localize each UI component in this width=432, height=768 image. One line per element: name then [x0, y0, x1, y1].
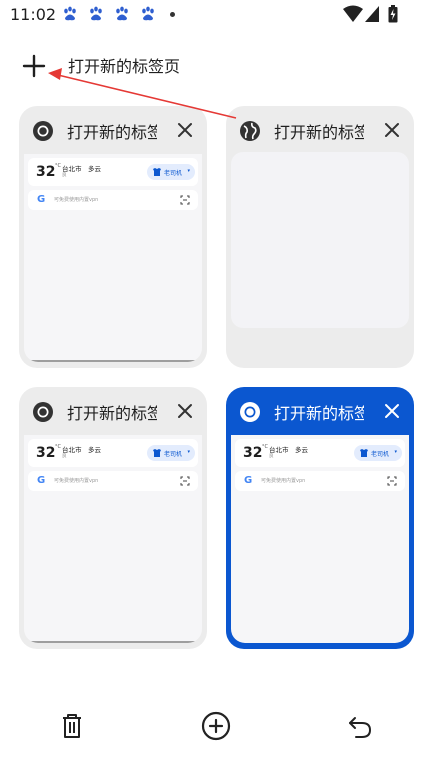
signal-icon	[365, 6, 379, 22]
aqi: 良	[62, 173, 67, 178]
temperature-unit: °C	[55, 163, 61, 169]
user-pill: 老司机 ▾	[354, 445, 402, 461]
delete-icon[interactable]	[56, 710, 88, 742]
tab-title: 打开新的标签页	[274, 123, 364, 141]
aqi: 良	[269, 454, 274, 459]
aqi: 良	[62, 454, 67, 459]
user-name: 老司机	[371, 451, 390, 458]
battery-icon	[388, 5, 398, 23]
temperature: 32	[36, 445, 56, 461]
tab-card-3[interactable]: 打开新的标签页 32 °C 台北市 多云 良 老司机 ▾ G 可免费使用内置vp…	[19, 387, 207, 649]
condition: 多云	[88, 165, 101, 173]
search-placeholder: 可免费使用内置vpn	[261, 478, 306, 484]
tab-card-header: 打开新的标签页	[19, 106, 207, 154]
wifi-icon	[343, 5, 363, 22]
new-tab-label[interactable]: 打开新的标签页	[68, 53, 180, 77]
temperature: 32	[243, 445, 263, 461]
undo-icon[interactable]	[344, 710, 376, 742]
user-pill: 老司机 ▾	[147, 445, 195, 461]
temperature-unit: °C	[55, 444, 61, 450]
caret-down-icon: ▾	[394, 449, 397, 455]
user-name: 老司机	[164, 451, 183, 458]
google-icon: G	[37, 194, 46, 205]
user-name: 老司机	[164, 170, 183, 177]
status-bar: 11:02	[0, 0, 432, 30]
caret-down-icon: ▾	[187, 168, 190, 174]
user-icon	[153, 449, 161, 457]
weather-widget: 32 °C 台北市 多云 良 老司机 ▾	[28, 158, 198, 186]
tab-card-header: 打开新的标签页	[19, 387, 207, 435]
temperature-unit: °C	[262, 444, 268, 450]
baidu-paw-icon	[142, 6, 154, 21]
tab-card-1[interactable]: 打开新的标签页 32 °C 台北市 多云 良 老司机 ▾ G 可免费使用内置vp…	[19, 106, 207, 368]
plus-icon[interactable]	[18, 50, 50, 82]
tab-preview: 32 °C 台北市 多云 良 老司机 ▾ G 可免费使用内置vpn	[231, 435, 409, 643]
chrome-icon	[240, 402, 260, 422]
tab-title: 打开新的标签页	[67, 123, 157, 141]
dot-icon	[170, 12, 175, 17]
close-icon[interactable]	[175, 120, 195, 140]
scan-icon	[180, 476, 190, 486]
tab-preview: 32 °C 台北市 多云 良 老司机 ▾ G 可免费使用内置vpn	[24, 435, 202, 643]
google-icon: G	[244, 475, 253, 486]
scan-icon	[387, 476, 397, 486]
close-icon[interactable]	[382, 401, 402, 421]
add-circle-icon[interactable]	[200, 710, 232, 742]
tab-preview: 32 °C 台北市 多云 良 老司机 ▾ G 可免费使用内置vpn	[24, 154, 202, 362]
close-icon[interactable]	[382, 120, 402, 140]
google-icon: G	[37, 475, 46, 486]
user-pill: 老司机 ▾	[147, 164, 195, 180]
weather-widget: 32 °C 台北市 多云 良 老司机 ▾	[28, 439, 198, 467]
search-placeholder: 可免费使用内置vpn	[54, 478, 99, 484]
tab-card-2[interactable]: 打开新的标签页	[226, 106, 414, 368]
condition: 多云	[88, 446, 101, 454]
new-tab-row[interactable]: 打开新的标签页	[0, 44, 432, 84]
user-icon	[360, 449, 368, 457]
tab-card-4-selected[interactable]: 打开新的标签页 32 °C 台北市 多云 良 老司机 ▾ G 可免费使用内置vp…	[226, 387, 414, 649]
tab-card-header: 打开新的标签页	[226, 387, 414, 435]
divider	[24, 641, 202, 643]
divider	[24, 360, 202, 362]
search-placeholder: 可免费使用内置vpn	[54, 197, 99, 203]
chrome-icon	[33, 121, 53, 141]
search-box: G 可免费使用内置vpn	[28, 190, 198, 210]
tab-title: 打开新的标签页	[67, 404, 157, 422]
scan-icon	[180, 195, 190, 205]
tab-card-header: 打开新的标签页	[226, 106, 414, 154]
baidu-paw-icon	[90, 6, 102, 21]
caret-down-icon: ▾	[187, 449, 190, 455]
tab-preview	[231, 152, 409, 328]
baidu-paw-icon	[64, 6, 76, 21]
chrome-icon	[33, 402, 53, 422]
close-icon[interactable]	[175, 401, 195, 421]
search-box: G 可免费使用内置vpn	[235, 471, 405, 491]
tab-title: 打开新的标签页	[274, 404, 364, 422]
baidu-paw-icon	[116, 6, 128, 21]
globe-icon	[240, 121, 260, 141]
condition: 多云	[295, 446, 308, 454]
bottom-toolbar	[0, 700, 432, 756]
weather-widget: 32 °C 台北市 多云 良 老司机 ▾	[235, 439, 405, 467]
status-time: 11:02	[10, 5, 57, 24]
temperature: 32	[36, 164, 56, 180]
user-icon	[153, 168, 161, 176]
search-box: G 可免费使用内置vpn	[28, 471, 198, 491]
